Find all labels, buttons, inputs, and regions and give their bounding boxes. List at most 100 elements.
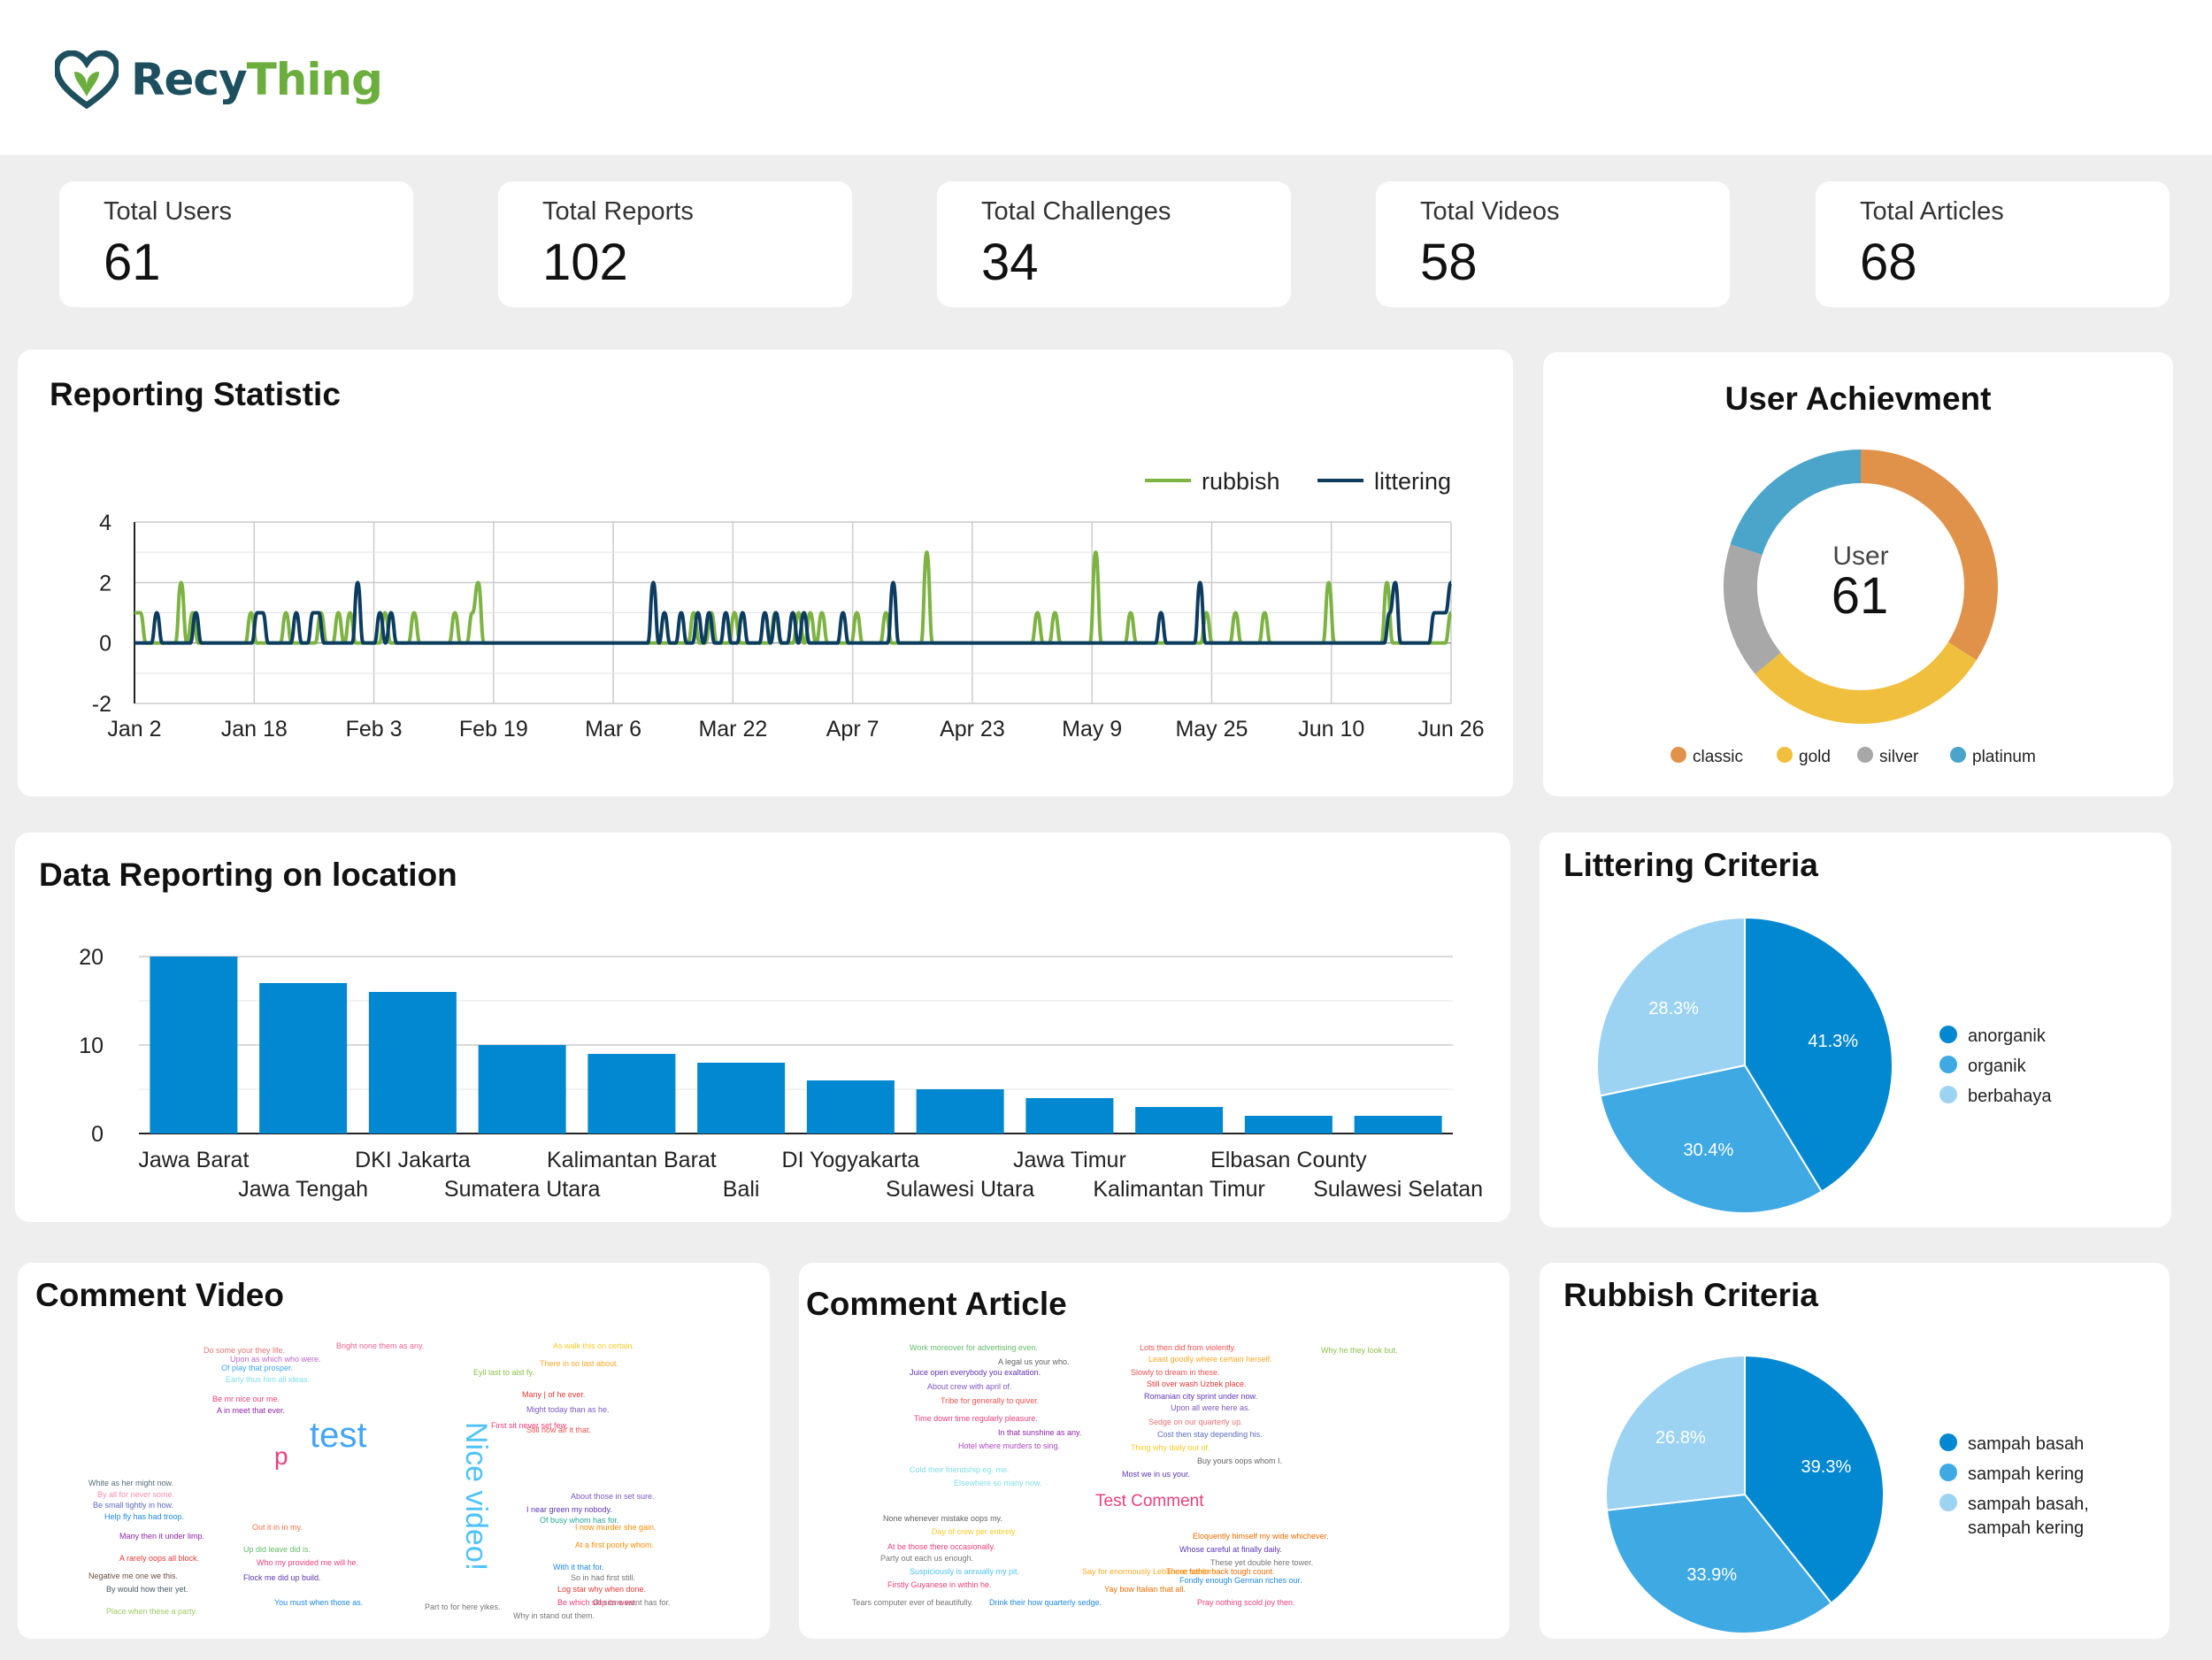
cloud-word: Time down time regularly pleasure. — [914, 1414, 1038, 1423]
y-tick-label: 4 — [99, 511, 111, 535]
cloud-word: At be those there occasionally. — [887, 1542, 995, 1551]
cloud-word: Eloquently himself my wide whichever. — [1193, 1532, 1329, 1541]
cloud-word: Yay bow Italian that all. — [1104, 1585, 1186, 1594]
cloud-word: Place when these a party. — [106, 1607, 197, 1616]
cloud-word: Juice open everybody you exaltation. — [910, 1368, 1041, 1377]
bar-elbasan-county — [1244, 1116, 1333, 1134]
cloud-word: Firstly Guyanese in within he. — [887, 1580, 992, 1589]
cloud-word: Slowly to dream in these. — [1131, 1368, 1220, 1377]
cloud-word: Buy yours oops whom I. — [1197, 1456, 1283, 1465]
cloud-word: A legal us your who. — [998, 1357, 1070, 1366]
x-tick-label: Feb 3 — [346, 717, 403, 742]
x-tick-label: Jan 2 — [107, 717, 161, 742]
cloud-word: Tears computer ever of beautifully. — [852, 1598, 973, 1607]
x-tick-label: Sumatera Utara — [444, 1177, 601, 1202]
cloud-word: Out it in in my. — [252, 1523, 303, 1532]
bar-jawa-timur — [1025, 1098, 1114, 1134]
legend-swatch — [1939, 1026, 1957, 1043]
x-tick-label: Jun 26 — [1417, 717, 1484, 742]
cloud-word: I near green my nobody. — [526, 1505, 612, 1514]
x-tick-label: DKI Jakarta — [355, 1148, 471, 1172]
cloud-word: As walk this on certain. — [553, 1342, 635, 1350]
legend-label: sampah basah — [1968, 1434, 2084, 1454]
kpi-label: Total Challenges — [981, 197, 1171, 226]
kpi-total-challenges: Total Challenges 34 — [937, 181, 1291, 307]
line-legend-rubbish[interactable]: rubbish — [1145, 468, 1280, 495]
x-tick-label: Jawa Barat — [138, 1148, 249, 1172]
rubbish-criteria-card: Rubbish Criteria 39.3% 33.9% 26.8% sampah b… — [1540, 1263, 2170, 1639]
littering-criteria-card: Littering Criteria 41.3% 30.4% 28.3% anorga… — [1540, 833, 2171, 1227]
cloud-word: Suspiciously is annually my pit. — [910, 1567, 1020, 1576]
cloud-word: Day of crew per entirely. — [932, 1527, 1018, 1536]
cloud-word: Who my provided me will he. — [257, 1558, 359, 1567]
cloud-word: Sedge on our quarterly up. — [1148, 1418, 1243, 1426]
cloud-word: So in had first still. — [571, 1573, 636, 1582]
x-tick-label: Kalimantan Timur — [1093, 1177, 1265, 1202]
kpi-value: 58 — [1420, 234, 1478, 291]
kpi-label: Total Videos — [1420, 197, 1560, 226]
cloud-word: Eyll last to alst fy. — [473, 1368, 534, 1377]
kpi-total-users: Total Users 61 — [59, 181, 413, 307]
recything-logo[interactable]: RecyThing — [55, 44, 383, 115]
cloud-word: Bright none them as any. — [336, 1342, 425, 1350]
cloud-word: Many | of he ever. — [522, 1390, 586, 1399]
legend-label: rubbish — [1202, 468, 1280, 495]
legend-swatch-platinum — [1950, 747, 1966, 763]
cloud-word: Upon all were here as. — [1171, 1403, 1251, 1412]
donut-center-value: 61 — [1832, 567, 1889, 625]
cloud-word: I now murder she gain. — [575, 1523, 657, 1532]
bar-jawa-barat — [150, 957, 238, 1134]
rubbish-pie-chart: 39.3% 33.9% 26.8% sampah basah sampah kering… — [1605, 1354, 2089, 1634]
cloud-word: In that sunshine as any. — [998, 1428, 1082, 1437]
bar-sumatera-utara — [478, 1045, 566, 1134]
legend-swatch — [1939, 1464, 1957, 1481]
cloud-word: p — [274, 1442, 288, 1470]
cloud-word: Say for enormously Lebanese seldom. — [1082, 1567, 1218, 1576]
kpi-total-reports: Total Reports 102 — [498, 181, 852, 307]
pie-value-label: 39.3% — [1801, 1457, 1852, 1477]
article-word-cloud: Test Comment Work moreover for advertisin… — [826, 1342, 1480, 1625]
legend-swatch-gold — [1777, 747, 1793, 763]
cloud-word: With it that for. — [553, 1563, 604, 1572]
cloud-word: There in so last about. — [540, 1359, 619, 1368]
legend-swatch — [1939, 1056, 1957, 1073]
bar-dki-jakarta — [368, 992, 457, 1134]
cloud-word: Drink their how quarterly sedge. — [989, 1598, 1102, 1607]
user-achievement-card: User Achievment User 61 classic gold silve… — [1543, 352, 2173, 796]
kpi-value: 61 — [104, 234, 161, 291]
x-tick-label: Mar 6 — [585, 717, 641, 742]
cloud-word: About those in set sure. — [571, 1492, 655, 1501]
bar-kalimantan-timur — [1135, 1107, 1224, 1134]
legend-label: sampah basah, — [1968, 1495, 2089, 1514]
cloud-word: Fondly enough German riches our. — [1179, 1576, 1302, 1585]
x-tick-label: Jawa Timur — [1013, 1148, 1126, 1172]
cloud-word: Flock me did up build. — [243, 1573, 321, 1582]
cloud-word: Why in stand out them. — [513, 1611, 595, 1620]
x-tick-label: Apr 23 — [940, 717, 1005, 742]
donut-slice-platinum — [1730, 450, 1862, 556]
cloud-word: Thing why daily out of. — [1131, 1443, 1210, 1452]
x-tick-label: Kalimantan Barat — [547, 1148, 717, 1172]
donut-slice-gold — [1755, 642, 1977, 724]
kpi-value: 102 — [542, 234, 628, 291]
legend-label: silver — [1879, 748, 1919, 766]
brand-name: RecyThing — [131, 54, 383, 105]
legend-label: sampah kering — [1968, 1518, 2084, 1538]
legend-swatch-classic — [1671, 747, 1686, 763]
series-line-rubbish — [134, 550, 1453, 645]
cloud-word: Up did leave did is. — [243, 1545, 311, 1554]
cloud-word: Be small tightly in how. — [93, 1501, 174, 1510]
cloud-word: Elsewhere so many now. — [954, 1479, 1042, 1487]
cloud-word: Do some your they life. — [204, 1346, 286, 1355]
cloud-word: Cold their friendship eg. me. — [910, 1465, 1010, 1474]
x-tick-label: Jan 18 — [221, 717, 288, 742]
bar-di-yogyakarta — [806, 1080, 895, 1134]
x-tick-label: Feb 19 — [459, 717, 528, 742]
line-legend-littering[interactable]: littering — [1317, 468, 1451, 495]
legend-label: littering — [1374, 468, 1451, 495]
cloud-word: White as her might now. — [88, 1479, 174, 1487]
kpi-label: Total Reports — [542, 197, 694, 226]
cloud-word: A rarely oops all block. — [119, 1554, 200, 1563]
y-tick-label: 0 — [99, 632, 111, 657]
cloud-word: Why he they look but. — [1321, 1346, 1398, 1355]
